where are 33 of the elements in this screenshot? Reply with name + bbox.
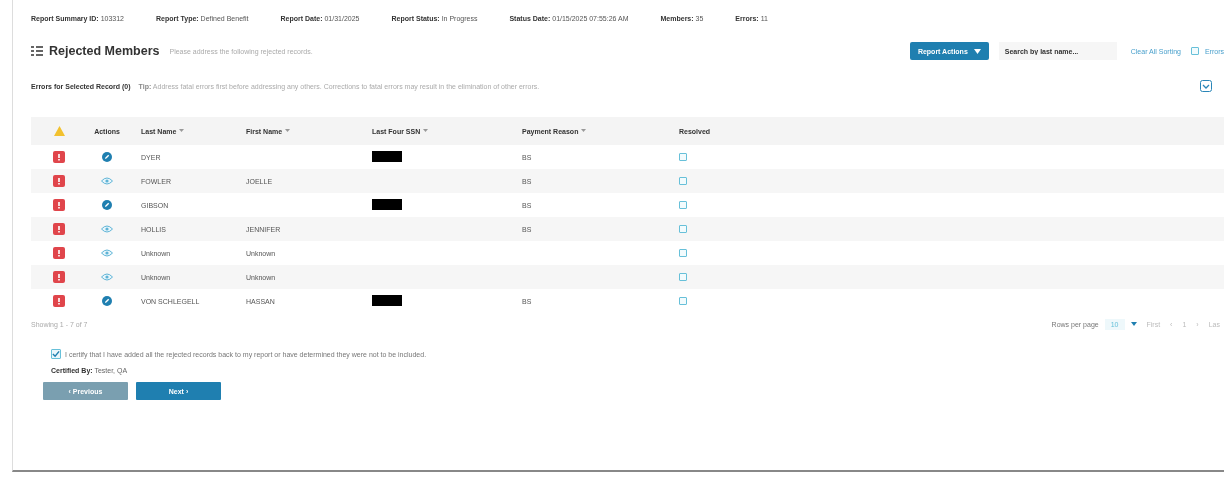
sort-icon[interactable] — [423, 127, 429, 134]
dropdown-caret-icon[interactable] — [1130, 322, 1137, 326]
sort-icon[interactable] — [179, 127, 185, 134]
error-icon — [53, 175, 65, 187]
edit-icon[interactable] — [102, 296, 112, 306]
eye-icon[interactable] — [101, 249, 113, 257]
resolved-checkbox[interactable] — [679, 272, 687, 281]
error-icon — [53, 247, 65, 259]
error-icon — [53, 199, 65, 211]
certify-checkbox[interactable] — [51, 349, 61, 359]
warning-icon — [53, 126, 65, 136]
edit-icon[interactable] — [102, 200, 112, 210]
sort-icon[interactable] — [581, 127, 587, 134]
error-icon — [53, 295, 65, 307]
error-icon — [53, 223, 65, 235]
list-icon — [31, 45, 43, 57]
eye-icon[interactable] — [101, 177, 113, 185]
caret-icon — [973, 49, 981, 55]
eye-icon[interactable] — [101, 273, 113, 281]
resolved-checkbox[interactable] — [679, 176, 687, 185]
error-icon — [53, 271, 65, 283]
eye-icon[interactable] — [101, 225, 113, 233]
errors-only-checkbox[interactable] — [1190, 47, 1199, 55]
error-icon — [53, 151, 65, 163]
resolved-checkbox[interactable] — [679, 200, 687, 209]
edit-icon[interactable] — [102, 152, 112, 162]
resolved-checkbox[interactable] — [679, 248, 687, 257]
resolved-checkbox[interactable] — [679, 152, 687, 161]
resolved-checkbox[interactable] — [679, 224, 687, 233]
resolved-checkbox[interactable] — [679, 296, 687, 305]
collapse-icon[interactable] — [1200, 80, 1212, 92]
sort-icon[interactable] — [285, 127, 291, 134]
page-title: Rejected Members — [49, 44, 160, 58]
